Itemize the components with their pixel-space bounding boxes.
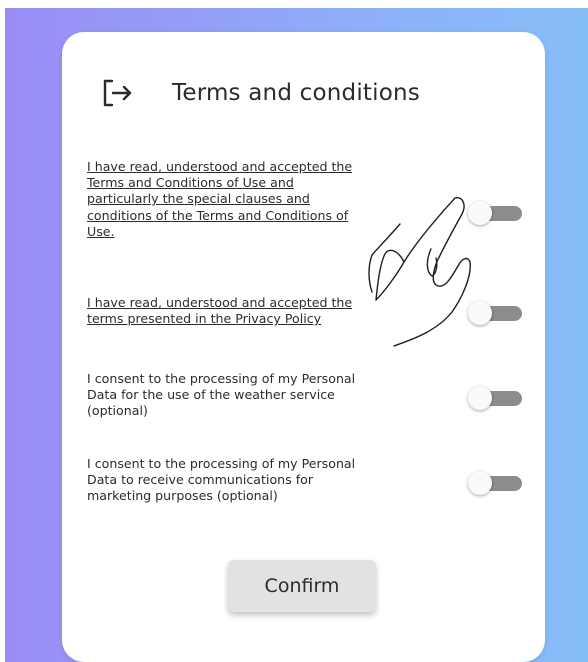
gradient-background: Terms and conditions I have read, unders… [5, 8, 588, 662]
terms-of-use-toggle[interactable] [468, 201, 526, 225]
terms-card: Terms and conditions I have read, unders… [62, 32, 545, 662]
confirm-button[interactable]: Confirm [228, 560, 376, 612]
toggle-knob [468, 386, 492, 410]
weather-consent-label: I consent to the processing of my Person… [87, 371, 356, 419]
toggle-knob [468, 471, 492, 495]
terms-of-use-link[interactable]: I have read, understood and accepted the… [87, 159, 432, 240]
consent-privacy-row: I have read, understood and accepted the… [87, 295, 522, 335]
privacy-policy-link[interactable]: I have read, understood and accepted the… [87, 295, 432, 327]
weather-consent-toggle[interactable] [468, 386, 526, 410]
consent-marketing-row: I consent to the processing of my Person… [87, 456, 522, 512]
consent-weather-row: I consent to the processing of my Person… [87, 371, 522, 427]
marketing-consent-label: I consent to the processing of my Person… [87, 456, 356, 504]
marketing-consent-toggle[interactable] [468, 471, 526, 495]
privacy-policy-toggle[interactable] [468, 301, 526, 325]
card-header: Terms and conditions [102, 72, 420, 114]
page-title: Terms and conditions [172, 80, 420, 106]
toggle-knob [468, 201, 492, 225]
toggle-knob [468, 301, 492, 325]
logout-icon[interactable] [102, 78, 136, 108]
consent-terms-row: I have read, understood and accepted the… [87, 159, 522, 259]
